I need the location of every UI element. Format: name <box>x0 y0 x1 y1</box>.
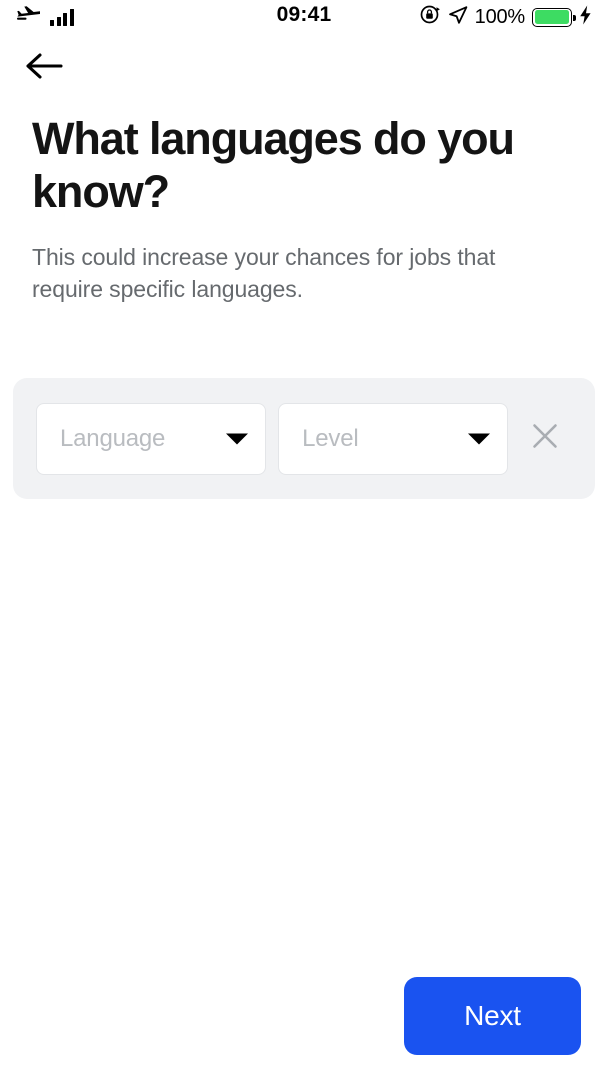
level-select[interactable]: Level <box>278 402 509 475</box>
status-bar-clock: 09:41 <box>276 3 332 26</box>
level-select-placeholder: Level <box>302 424 359 452</box>
chevron-down-icon <box>468 433 491 444</box>
language-select[interactable]: Language <box>36 402 267 475</box>
language-row: Language Level <box>13 378 595 499</box>
back-button[interactable] <box>16 44 72 92</box>
close-x-icon <box>530 421 560 456</box>
battery-full-icon <box>532 7 576 27</box>
page-subtitle: This could increase your chances for job… <box>32 244 496 302</box>
next-button[interactable]: Next <box>404 977 581 1055</box>
arrow-left-icon <box>25 51 63 86</box>
remove-language-button[interactable] <box>518 411 572 467</box>
page-title: What languages do you know? <box>32 113 515 217</box>
chevron-down-icon <box>226 433 249 444</box>
language-select-placeholder: Language <box>60 424 166 452</box>
status-bar: 09:41 100% <box>0 0 608 34</box>
